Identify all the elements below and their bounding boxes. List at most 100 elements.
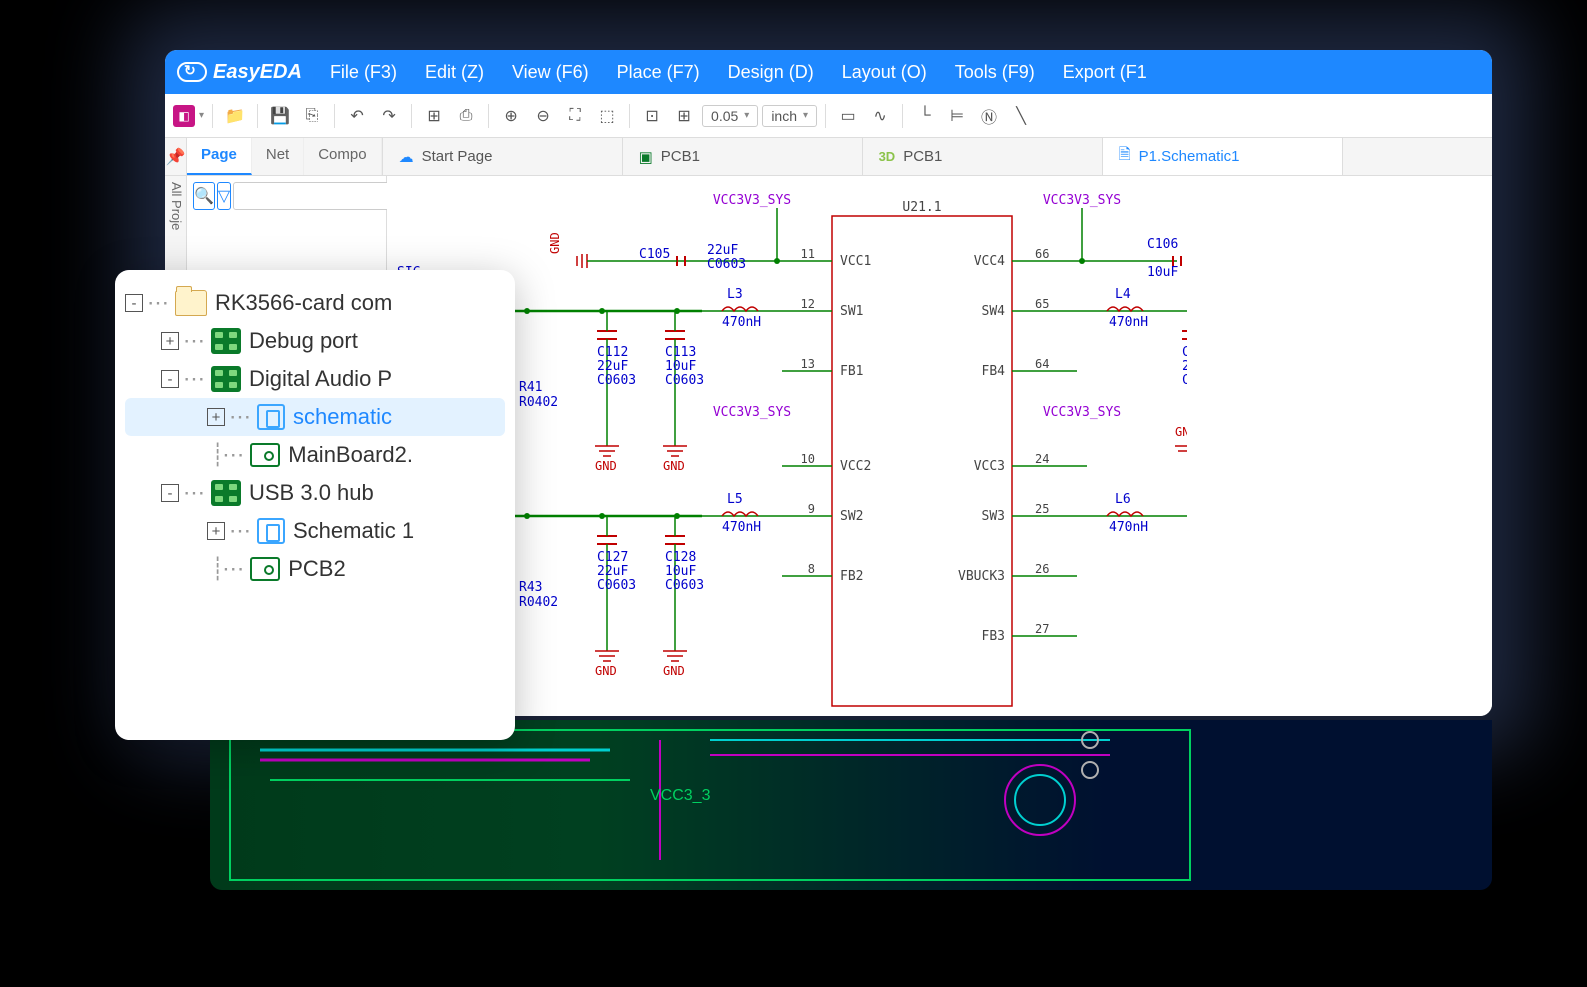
menu-view[interactable]: View (F6) [512, 62, 589, 83]
pcb-preview: VCC3_3 [210, 720, 1492, 890]
undo-icon[interactable]: ↶ [343, 102, 371, 130]
menu-design[interactable]: Design (D) [728, 62, 814, 83]
tree-toggle-icon[interactable]: + [161, 332, 179, 350]
filter-icon[interactable]: ▽ [217, 182, 231, 210]
tree-toggle-icon[interactable]: - [161, 370, 179, 388]
svg-text:VCC2: VCC2 [840, 459, 871, 474]
pcb-icon: ▣ [639, 148, 653, 166]
tree-label: PCB2 [288, 556, 345, 582]
svg-text:470nH: 470nH [722, 520, 761, 535]
pcb-icon [211, 328, 241, 354]
svg-text:C0603: C0603 [597, 373, 636, 388]
zoom-in-icon[interactable]: ⊕ [497, 102, 525, 130]
svg-text:GND: GND [595, 664, 617, 678]
doc-tab-pcb1[interactable]: ▣ PCB1 [623, 138, 863, 175]
svg-text:2: 2 [1182, 359, 1187, 374]
fit-icon[interactable]: ⛶ [561, 102, 589, 130]
svg-text:66: 66 [1035, 247, 1049, 261]
schematic-canvas[interactable]: U21.1 SIC GPU VCC3V3_SYS 11 VCC1 C105 22… [387, 176, 1492, 716]
save-icon[interactable]: 💾 [266, 102, 294, 130]
panel-tab-page[interactable]: Page [187, 138, 252, 175]
menu-layout[interactable]: Layout (O) [842, 62, 927, 83]
svg-text:470nH: 470nH [1109, 315, 1148, 330]
unit-select[interactable]: inch ▾ [762, 105, 817, 127]
line-icon[interactable]: ╲ [1007, 102, 1035, 130]
svg-text:VCC3V3_SYS: VCC3V3_SYS [713, 193, 791, 208]
tree-toggle-icon[interactable]: + [207, 522, 225, 540]
tree-toggle-icon[interactable]: - [161, 484, 179, 502]
tree-row[interactable]: -⋯Digital Audio P [125, 360, 505, 398]
svg-text:C: C [1182, 373, 1187, 388]
tree-toggle-icon[interactable]: + [207, 408, 225, 426]
svg-text:27: 27 [1035, 622, 1049, 636]
app-name: EasyEDA [213, 61, 302, 84]
svg-text:VCC3: VCC3 [974, 459, 1005, 474]
svg-text:C128: C128 [665, 550, 696, 565]
svg-text:FB1: FB1 [840, 364, 863, 379]
svg-text:C0603: C0603 [665, 578, 704, 593]
wire-icon[interactable]: └ [911, 102, 939, 130]
pin-icon[interactable]: 📌 [165, 138, 187, 175]
menu-edit[interactable]: Edit (Z) [425, 62, 484, 83]
folder-icon[interactable]: 📁 [221, 102, 249, 130]
tree-label: RK3566-card com [215, 290, 392, 316]
svg-text:C0603: C0603 [665, 373, 704, 388]
grid-display-icon[interactable]: ⊞ [670, 102, 698, 130]
svg-text:470nH: 470nH [1109, 520, 1148, 535]
svg-text:13: 13 [801, 357, 815, 371]
tree-row[interactable]: +⋯schematic [125, 398, 505, 436]
zoom-window-icon[interactable]: ⬚ [593, 102, 621, 130]
tab-bar: 📌 Page Net Compo ☁ Start Page ▣ PCB1 3D … [165, 138, 1492, 176]
panel-tab-net[interactable]: Net [252, 138, 304, 175]
svg-text:GND: GND [663, 664, 685, 678]
tree-row[interactable]: -⋯RK3566-card com [125, 284, 505, 322]
svg-text:64: 64 [1035, 357, 1049, 371]
svg-text:26: 26 [1035, 562, 1049, 576]
doc-tab-start[interactable]: ☁ Start Page [383, 138, 623, 175]
svg-text:12: 12 [801, 297, 815, 311]
menu-tools[interactable]: Tools (F9) [955, 62, 1035, 83]
tree-row[interactable]: ┊⋯MainBoard2. [125, 436, 505, 474]
grid-size-select[interactable]: 0.05 ▾ [702, 105, 758, 127]
new-button[interactable]: ◧ [173, 105, 195, 127]
tree-row[interactable]: +⋯Schematic 1 [125, 512, 505, 550]
svg-text:C: C [1182, 345, 1187, 360]
snap-icon[interactable]: ⊡ [638, 102, 666, 130]
svg-text:FB2: FB2 [840, 569, 863, 584]
tree-row[interactable]: +⋯Debug port [125, 322, 505, 360]
svg-text:C113: C113 [665, 345, 696, 360]
bus-icon[interactable]: ⊨ [943, 102, 971, 130]
redo-icon[interactable]: ↷ [375, 102, 403, 130]
svg-text:C0603: C0603 [597, 578, 636, 593]
netlabel-icon[interactable]: Ⓝ [975, 102, 1003, 130]
tree-toggle-icon[interactable]: - [125, 294, 143, 312]
svg-text:L4: L4 [1115, 287, 1131, 302]
tree-row[interactable]: ┊⋯PCB2 [125, 550, 505, 588]
grid-icon[interactable]: ⊞ [420, 102, 448, 130]
doc-tab-3d-pcb1[interactable]: 3D PCB1 [863, 138, 1103, 175]
search-lib-icon[interactable]: ⎙ [452, 102, 480, 130]
search-icon[interactable]: 🔍 [193, 182, 215, 210]
chip-icon[interactable]: ▭ [834, 102, 862, 130]
panel-tab-compo[interactable]: Compo [304, 138, 381, 175]
svg-text:25: 25 [1035, 502, 1049, 516]
doc-tab-schematic[interactable]: 🗎 P1.Schematic1 [1103, 138, 1343, 175]
board-icon [250, 443, 280, 467]
svg-text:GND: GND [548, 232, 562, 254]
svg-text:GND: GND [663, 459, 685, 473]
zoom-out-icon[interactable]: ⊖ [529, 102, 557, 130]
svg-text:10uF: 10uF [1147, 265, 1178, 280]
menu-export[interactable]: Export (F1 [1063, 62, 1147, 83]
tree-label: Digital Audio P [249, 366, 392, 392]
svg-text:65: 65 [1035, 297, 1049, 311]
camera-icon[interactable]: ⎘ [298, 102, 326, 130]
menu-place[interactable]: Place (F7) [617, 62, 700, 83]
svg-text:C106: C106 [1147, 237, 1178, 252]
svg-text:C0603: C0603 [707, 257, 746, 272]
resistor-icon[interactable]: ∿ [866, 102, 894, 130]
tree-row[interactable]: -⋯USB 3.0 hub [125, 474, 505, 512]
svg-text:R0402: R0402 [519, 595, 558, 610]
cloud-icon [177, 62, 207, 82]
menu-file[interactable]: File (F3) [330, 62, 397, 83]
svg-text:VCC3V3_SYS: VCC3V3_SYS [1043, 193, 1121, 208]
